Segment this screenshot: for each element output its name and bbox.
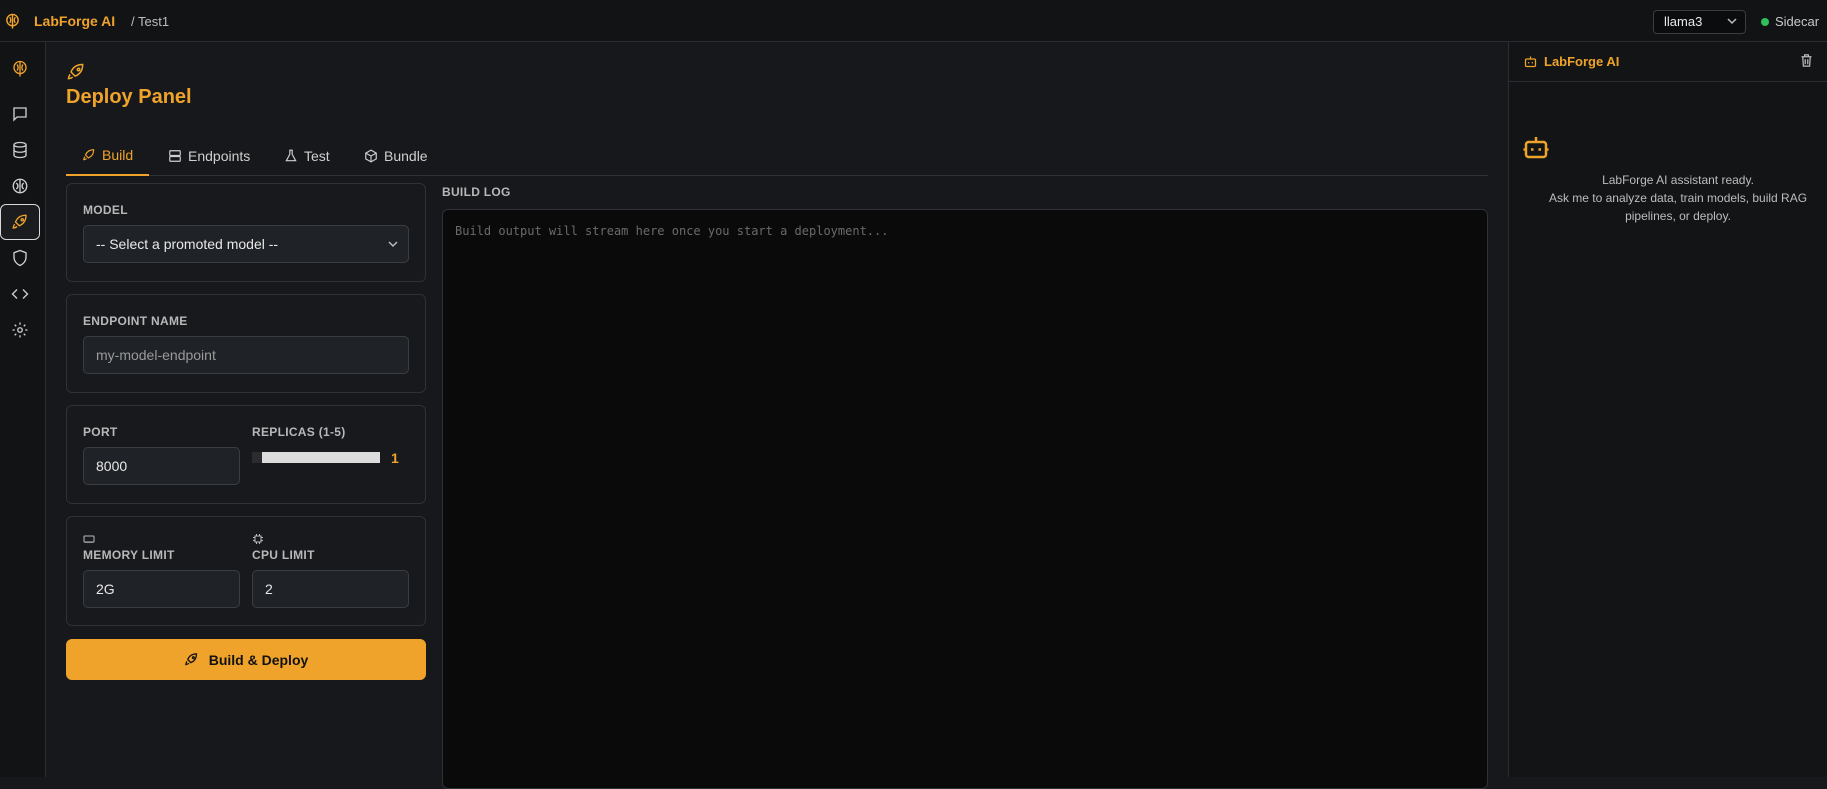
memory-label: MEMORY LIMIT xyxy=(83,548,175,562)
build-deploy-button[interactable]: Build & Deploy xyxy=(66,639,426,680)
memory-icon xyxy=(83,535,95,543)
rail-item-home[interactable] xyxy=(0,51,40,87)
brain-icon xyxy=(13,60,27,77)
chevron-down-icon xyxy=(1727,18,1737,25)
bot-icon xyxy=(1524,56,1537,68)
package-icon xyxy=(365,149,377,163)
brain-circuit-icon xyxy=(12,178,28,194)
tab-endpoints[interactable]: Endpoints xyxy=(152,136,266,176)
gear-icon xyxy=(12,322,28,338)
port-label: PORT xyxy=(83,425,118,439)
bot-icon xyxy=(1523,137,1549,159)
flask-icon xyxy=(285,149,297,162)
port-value: 8000 xyxy=(96,458,128,474)
deploy-panel: Deploy Panel Build Endpoints Test Bundle… xyxy=(46,42,1508,789)
replicas-label: REPLICAS (1-5) xyxy=(252,425,346,439)
status-dot xyxy=(1761,17,1769,26)
breadcrumb: / Test1 xyxy=(131,14,170,29)
database-icon xyxy=(13,141,27,159)
replicas-slider-thumb[interactable] xyxy=(252,452,262,463)
endpoint-name-input[interactable]: my-model-endpoint xyxy=(83,336,409,374)
cpu-value: 2 xyxy=(265,581,273,597)
cpu-label: CPU LIMIT xyxy=(252,548,315,562)
rail-item-data[interactable] xyxy=(0,132,40,168)
page-title: Deploy Panel xyxy=(66,86,192,108)
left-rail xyxy=(0,42,46,777)
model-selector[interactable]: llama3 xyxy=(1653,10,1746,34)
endpoint-name-placeholder: my-model-endpoint xyxy=(96,347,216,363)
build-log-placeholder: Build output will stream here once you s… xyxy=(455,224,889,238)
tab-label: Endpoints xyxy=(188,148,251,164)
rail-item-deploy[interactable] xyxy=(0,204,40,240)
rail-item-chat[interactable] xyxy=(0,96,40,132)
model-card: MODEL -- Select a promoted model -- xyxy=(66,183,426,282)
endpoint-card: ENDPOINT NAME my-model-endpoint xyxy=(66,294,426,393)
model-select-value: -- Select a promoted model -- xyxy=(96,236,279,252)
assistant-title: LabForge AI xyxy=(1544,54,1620,69)
chevron-down-icon xyxy=(388,241,398,248)
brain-logo-icon xyxy=(6,13,19,29)
assistant-panel: LabForge AI LabForge AI assistant ready.… xyxy=(1508,42,1827,777)
tab-label: Bundle xyxy=(384,148,428,164)
rail-item-settings[interactable] xyxy=(0,312,40,348)
tab-build[interactable]: Build xyxy=(66,136,150,176)
cpu-icon xyxy=(253,534,263,544)
app-name[interactable]: LabForge AI xyxy=(34,13,115,29)
code-icon xyxy=(11,289,29,299)
port-replicas-card: PORT 8000 REPLICAS (1-5) 1 xyxy=(66,405,426,504)
rail-item-code[interactable] xyxy=(0,276,40,312)
tab-bundle[interactable]: Bundle xyxy=(348,136,444,176)
shield-icon xyxy=(13,249,27,267)
tab-label: Test xyxy=(304,148,330,164)
sidecar-status: Sidecar xyxy=(1761,14,1819,29)
rail-item-security[interactable] xyxy=(0,240,40,276)
endpoint-label: ENDPOINT NAME xyxy=(83,314,188,328)
cpu-limit-input[interactable]: 2 xyxy=(252,570,409,608)
port-input[interactable]: 8000 xyxy=(83,447,240,485)
rocket-icon xyxy=(83,149,95,161)
assistant-header: LabForge AI xyxy=(1509,42,1827,82)
top-bar: LabForge AI / Test1 llama3 Sidecar xyxy=(0,0,1827,42)
tab-test[interactable]: Test xyxy=(268,136,346,176)
rocket-icon xyxy=(67,63,84,80)
chat-icon xyxy=(13,107,27,122)
server-icon xyxy=(169,150,181,162)
memory-value: 2G xyxy=(96,581,115,597)
memory-limit-input[interactable]: 2G xyxy=(83,570,240,608)
build-log-output[interactable]: Build output will stream here once you s… xyxy=(442,209,1488,789)
resource-limits-card: MEMORY LIMIT 2G CPU LIMIT 2 xyxy=(66,516,426,626)
build-log-label: BUILD LOG xyxy=(442,185,511,199)
rail-item-train[interactable] xyxy=(0,168,40,204)
replicas-slider[interactable] xyxy=(252,452,380,463)
model-select[interactable]: -- Select a promoted model -- xyxy=(83,225,409,263)
assistant-ready-text: LabForge AI assistant ready. xyxy=(1602,173,1754,187)
assistant-message: LabForge AI assistant ready. Ask me to a… xyxy=(1533,171,1823,225)
rocket-icon xyxy=(12,214,27,229)
rocket-icon xyxy=(184,653,197,666)
tab-bar: Build Endpoints Test Bundle xyxy=(66,136,1488,176)
assistant-hint-text: Ask me to analyze data, train models, bu… xyxy=(1548,191,1808,223)
build-deploy-label: Build & Deploy xyxy=(208,651,309,668)
tab-label: Build xyxy=(102,147,134,163)
replicas-value: 1 xyxy=(391,450,399,466)
sidecar-label: Sidecar xyxy=(1775,14,1820,29)
model-selector-value: llama3 xyxy=(1664,14,1703,29)
model-label: MODEL xyxy=(83,203,128,217)
trash-icon[interactable] xyxy=(1799,53,1814,68)
